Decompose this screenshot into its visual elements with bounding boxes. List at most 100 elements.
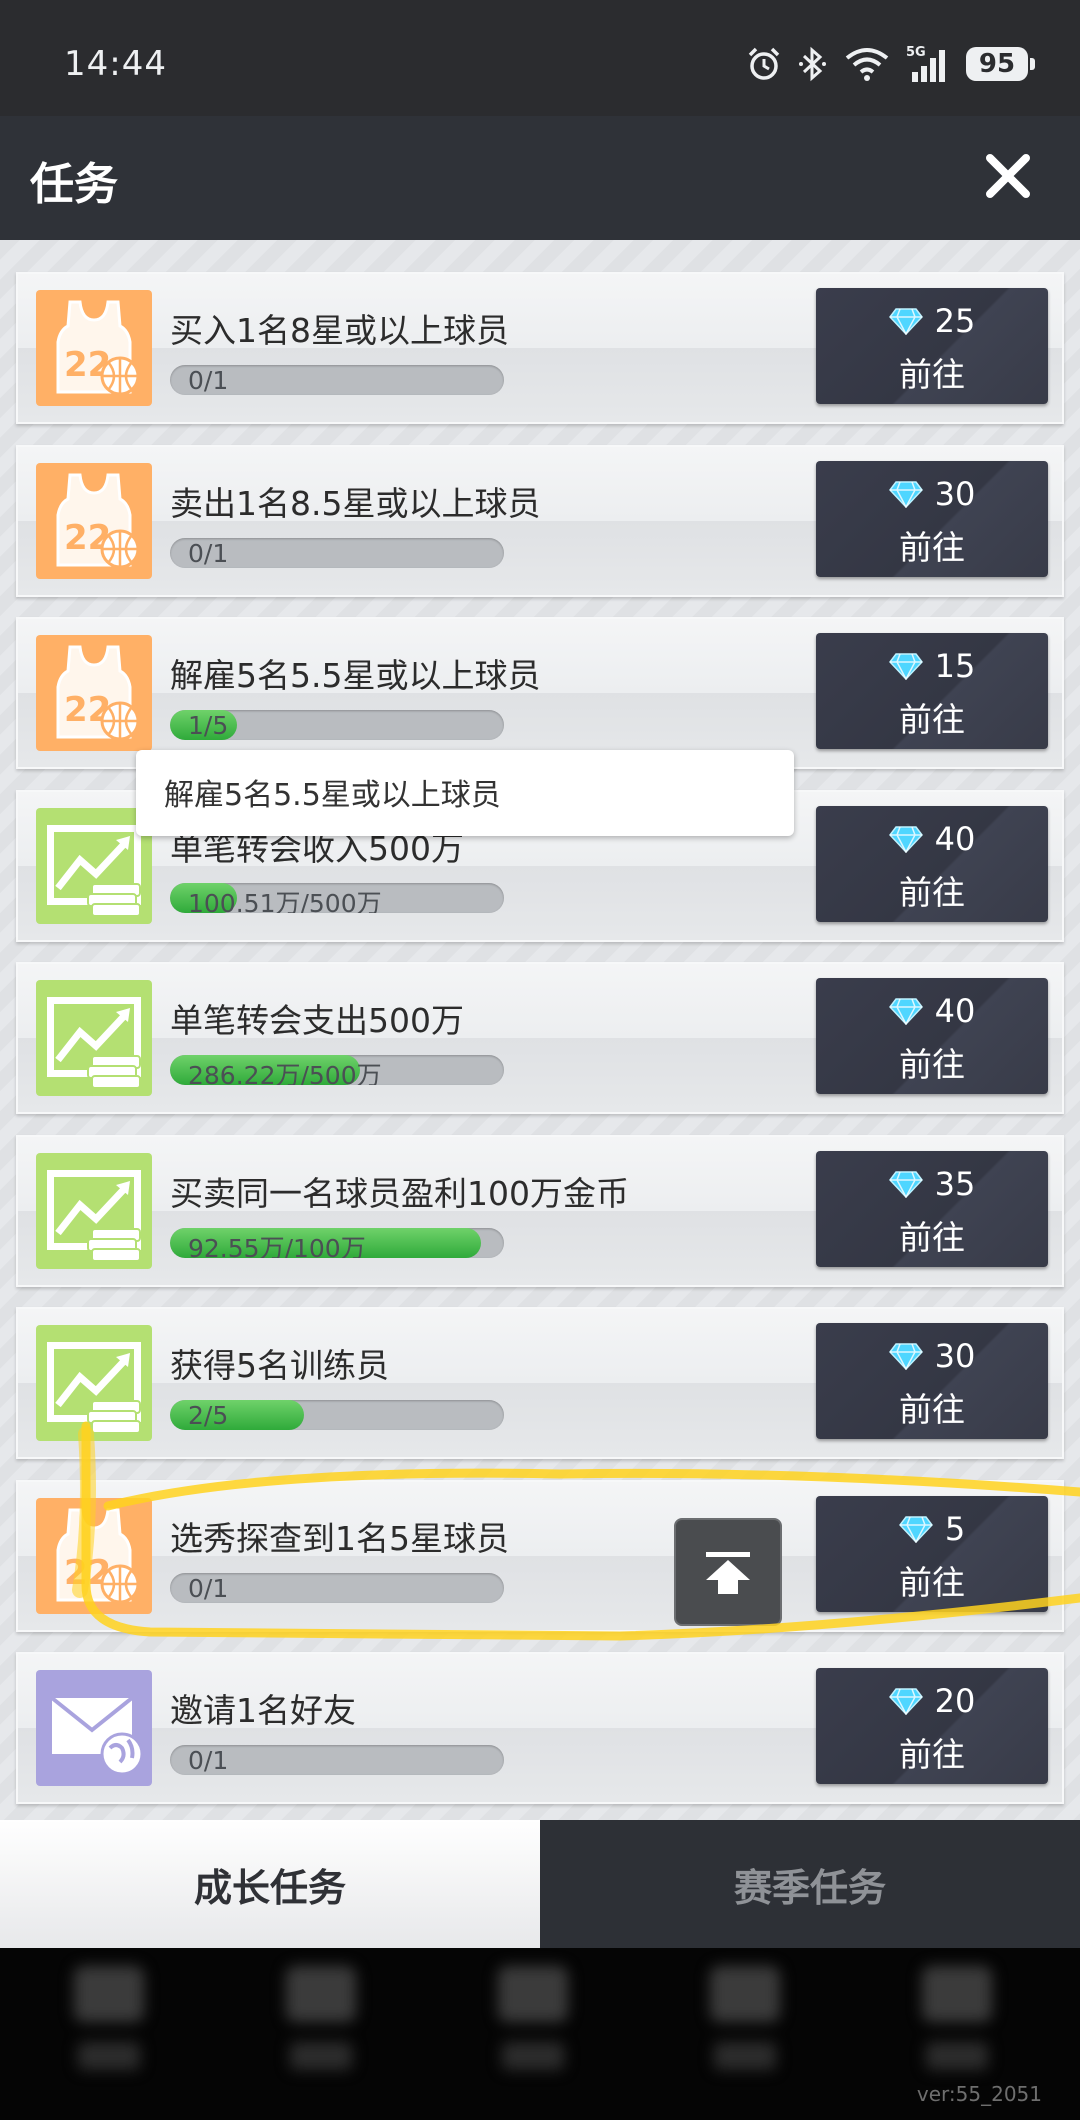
task-header: 任务 <box>0 116 1080 240</box>
bottom-nav-item[interactable] <box>276 1966 366 2096</box>
network-label: 5G <box>906 45 926 60</box>
task-reward: 15 <box>816 647 1048 685</box>
task-go-label: 前往 <box>899 700 965 739</box>
bluetooth-icon <box>799 46 826 82</box>
task-progress-text: 2/5 <box>188 1401 229 1430</box>
task-progress-text: 100.51万/500万 <box>188 889 382 913</box>
task-name: 解雇5名5.5星或以上球员 <box>170 656 541 695</box>
task-progress-bar: 0/1 <box>170 1573 504 1603</box>
task-go-label: 前往 <box>899 1045 965 1084</box>
diamond-icon <box>888 308 923 335</box>
task-progress-text: 0/1 <box>188 1574 229 1603</box>
task-reward-amount: 15 <box>934 647 976 685</box>
status-bar: 14:44 5G 95 <box>0 0 1080 116</box>
task-progress-bar: 100.51万/500万 <box>170 883 504 913</box>
tab-growth-tasks[interactable]: 成长任务 <box>0 1820 540 1948</box>
task-row: 邀请1名好友 0/1 20 前往 <box>16 1652 1064 1804</box>
task-tooltip: 解雇5名5.5星或以上球员 <box>136 750 794 836</box>
task-go-label: 前往 <box>899 1390 965 1429</box>
wifi-icon <box>845 48 889 81</box>
task-progress-text: 0/1 <box>188 539 229 568</box>
diamond-icon <box>898 1516 933 1543</box>
task-reward-amount: 30 <box>934 1337 976 1375</box>
task-go-label: 前往 <box>899 528 965 567</box>
task-go-button[interactable]: 35 前往 <box>816 1151 1048 1267</box>
task-reward-amount: 35 <box>934 1165 976 1203</box>
status-icons: 5G 95 <box>746 40 1035 88</box>
task-go-label: 前往 <box>899 1218 965 1257</box>
arrow-up-icon <box>706 1552 750 1594</box>
task-row: 获得5名训练员 2/5 30 前往 <box>16 1307 1064 1459</box>
task-progress-bar: 286.22万/500万 <box>170 1055 504 1085</box>
diamond-icon <box>888 998 923 1025</box>
task-progress-text: 1/5 <box>188 711 229 740</box>
task-go-label: 前往 <box>899 873 965 912</box>
task-reward-amount: 30 <box>934 475 976 513</box>
task-go-button[interactable]: 30 前往 <box>816 461 1048 577</box>
task-go-button[interactable]: 40 前往 <box>816 978 1048 1094</box>
task-name: 邀请1名好友 <box>170 1691 356 1730</box>
task-reward: 40 <box>816 992 1048 1030</box>
jersey-basketball-icon: 22 <box>36 463 152 579</box>
jersey-basketball-icon: 22 <box>36 635 152 751</box>
diamond-icon <box>888 1688 923 1715</box>
task-go-button[interactable]: 15 前往 <box>816 633 1048 749</box>
task-row: 22 选秀探查到1名5星球员 0/1 5 前往 <box>16 1480 1064 1632</box>
task-row: 22 卖出1名8.5星或以上球员 0/1 30 前往 <box>16 445 1064 597</box>
task-go-button[interactable]: 5 前往 <box>816 1496 1048 1612</box>
version-label: ver:55_2051 <box>916 2082 1042 2106</box>
task-name: 买入1名8星或以上球员 <box>170 311 509 350</box>
jersey-basketball-icon: 22 <box>36 290 152 406</box>
task-reward-amount: 40 <box>934 992 976 1030</box>
task-name: 卖出1名8.5星或以上球员 <box>170 484 541 523</box>
scroll-to-top-button[interactable] <box>674 1518 782 1626</box>
money-growth-icon <box>36 1325 152 1441</box>
status-time: 14:44 <box>64 44 167 84</box>
task-reward: 5 <box>816 1510 1048 1548</box>
diamond-icon <box>888 826 923 853</box>
bottom-nav-item[interactable] <box>488 1966 578 2096</box>
bottom-nav: ver:55_2051 <box>0 1948 1080 2120</box>
task-row: 单笔转会支出500万 286.22万/500万 40 前往 <box>16 962 1064 1114</box>
alarm-icon <box>748 47 780 80</box>
task-name: 获得5名训练员 <box>170 1346 389 1385</box>
close-icon[interactable] <box>976 144 1040 208</box>
task-progress-bar: 2/5 <box>170 1400 504 1430</box>
task-reward: 25 <box>816 302 1048 340</box>
jersey-basketball-icon: 22 <box>36 1498 152 1614</box>
bottom-nav-item[interactable] <box>64 1966 154 2096</box>
task-row: 买卖同一名球员盈利100万金币 92.55万/100万 35 前往 <box>16 1135 1064 1287</box>
task-progress-bar: 1/5 <box>170 710 504 740</box>
money-growth-icon <box>36 980 152 1096</box>
task-go-button[interactable]: 30 前往 <box>816 1323 1048 1439</box>
task-progress-bar: 92.55万/100万 <box>170 1228 504 1258</box>
bottom-nav-item[interactable] <box>700 1966 790 2096</box>
task-reward: 35 <box>816 1165 1048 1203</box>
task-progress-text: 92.55万/100万 <box>188 1234 366 1258</box>
task-progress-bar: 0/1 <box>170 538 504 568</box>
diamond-icon <box>888 653 923 680</box>
task-reward-amount: 25 <box>934 302 976 340</box>
task-tabs: 成长任务 赛季任务 <box>0 1820 1080 1948</box>
task-go-label: 前往 <box>899 355 965 394</box>
task-go-button[interactable]: 25 前往 <box>816 288 1048 404</box>
task-progress-text: 0/1 <box>188 366 229 395</box>
task-reward: 20 <box>816 1682 1048 1720</box>
money-growth-icon <box>36 1153 152 1269</box>
task-go-button[interactable]: 20 前往 <box>816 1668 1048 1784</box>
task-go-button[interactable]: 40 前往 <box>816 806 1048 922</box>
battery-level: 95 <box>978 49 1016 79</box>
task-progress-text: 286.22万/500万 <box>188 1061 382 1085</box>
task-reward: 30 <box>816 1337 1048 1375</box>
task-progress-text: 0/1 <box>188 1746 229 1775</box>
task-name: 选秀探查到1名5星球员 <box>170 1519 509 1558</box>
task-row: 22 买入1名8星或以上球员 0/1 25 前往 <box>16 272 1064 424</box>
tab-season-tasks[interactable]: 赛季任务 <box>540 1820 1080 1948</box>
bottom-nav-item[interactable] <box>912 1966 1002 2096</box>
task-reward: 40 <box>816 820 1048 858</box>
mail-globe-icon <box>36 1670 152 1786</box>
task-reward-amount: 5 <box>944 1510 966 1548</box>
task-go-label: 前往 <box>899 1563 965 1602</box>
task-progress-bar: 0/1 <box>170 1745 504 1775</box>
task-reward-amount: 40 <box>934 820 976 858</box>
